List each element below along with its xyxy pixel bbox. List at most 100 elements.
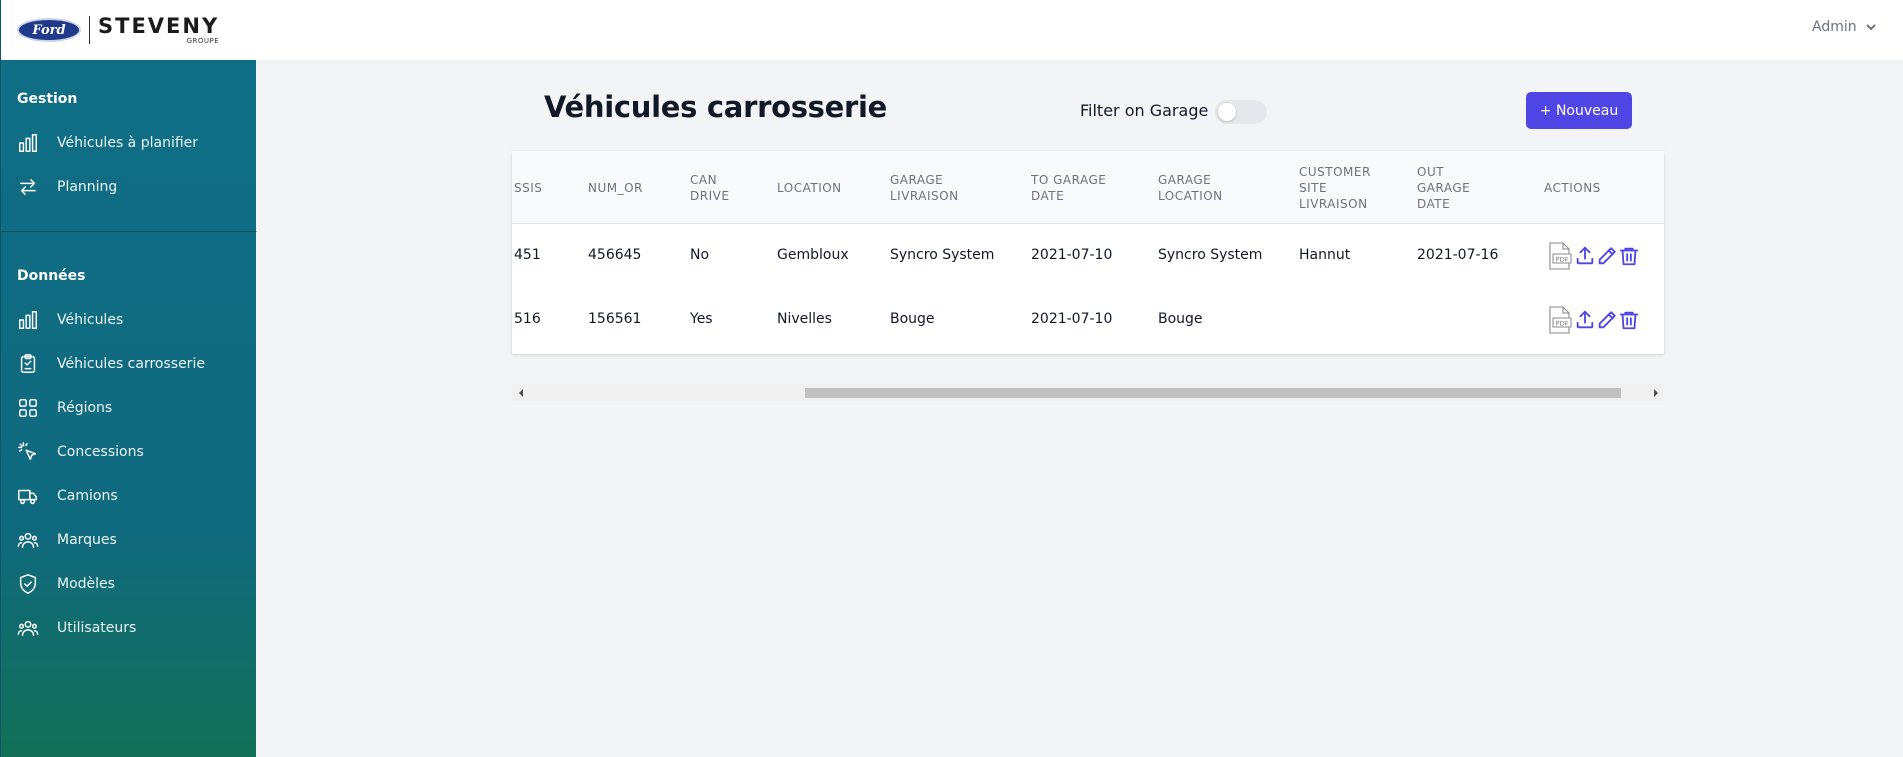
toggle-knob — [1218, 103, 1236, 121]
sidebar-divider — [1, 231, 257, 232]
steveny-logo: STEVENY GROUPE — [98, 15, 219, 45]
cell-to-garage-date: 2021-07-10 — [1031, 247, 1113, 263]
sidebar-item-label: Utilisateurs — [57, 620, 137, 636]
cursor-click-icon — [17, 441, 39, 463]
cell-chassis: 516 — [514, 311, 541, 327]
col-header-garage-livraison[interactable]: GARAGE LIVRAISON — [890, 172, 970, 204]
bar-chart-icon — [17, 309, 39, 331]
top-bar: Admin — [256, 0, 1903, 60]
sidebar-item-marques[interactable]: Marques — [1, 522, 257, 558]
col-header-customer-site-livraison[interactable]: CUSTOMER SITE LIVRAISON — [1299, 164, 1379, 212]
scroll-left-arrow[interactable] — [512, 384, 529, 401]
sidebar-item-label: Véhicules à planifier — [57, 135, 199, 151]
col-header-out-garage-date[interactable]: OUT GARAGE DATE — [1417, 164, 1479, 212]
col-header-num-or[interactable]: NUM_OR — [588, 180, 643, 196]
nav-heading-donnees: Données — [17, 268, 86, 284]
cell-num-or: 456645 — [588, 247, 642, 263]
sidebar-item-label: Marques — [57, 532, 117, 548]
scrollbar-thumb[interactable] — [805, 388, 1621, 398]
cell-can-drive: Yes — [690, 311, 713, 327]
bar-chart-icon — [17, 132, 39, 154]
switch-arrows-icon — [17, 176, 39, 198]
cell-location: Gembloux — [777, 247, 849, 263]
col-header-to-garage-date[interactable]: TO GARAGE DATE — [1031, 172, 1121, 204]
sidebar-item-regions[interactable]: Régions — [1, 390, 257, 426]
cell-location: Nivelles — [777, 311, 832, 327]
col-header-can-drive[interactable]: CAN DRIVE — [690, 172, 740, 204]
cell-garage-location: Syncro System — [1158, 247, 1263, 263]
sidebar-item-label: Camions — [57, 488, 118, 504]
scroll-right-arrow[interactable] — [1647, 384, 1664, 401]
pdf-button[interactable]: PDF — [1544, 241, 1574, 271]
shield-check-icon — [17, 573, 39, 595]
svg-text:PDF: PDF — [1556, 320, 1569, 328]
sidebar-item-label: Modèles — [57, 576, 115, 592]
logo-divider — [89, 16, 90, 44]
delete-button[interactable] — [1618, 309, 1640, 331]
cell-garage-livraison: Syncro System — [890, 247, 995, 263]
sidebar-item-vehicules[interactable]: Véhicules — [1, 302, 257, 338]
upload-icon — [1576, 246, 1594, 265]
sidebar-item-planning[interactable]: Planning — [1, 169, 257, 205]
brand-sub: GROUPE — [186, 37, 220, 45]
pdf-file-icon: PDF — [1549, 306, 1572, 334]
pencil-icon — [1598, 311, 1616, 329]
table-header: SSIS NUM_OR CAN DRIVE LOCATION GARAGE LI… — [512, 151, 1664, 224]
sidebar-item-modeles[interactable]: Modèles — [1, 566, 257, 602]
user-menu[interactable]: Admin — [1812, 19, 1877, 35]
sidebar-item-vehicules-a-planifier[interactable]: Véhicules à planifier — [1, 125, 257, 161]
sidebar-item-vehicules-carrosserie[interactable]: Véhicules carrosserie — [1, 346, 257, 382]
row-actions: PDF — [1544, 241, 1640, 271]
col-header-chassis[interactable]: SSIS — [514, 180, 542, 196]
user-group-icon — [17, 529, 39, 551]
user-name: Admin — [1812, 19, 1857, 35]
cell-chassis: 451 — [514, 247, 541, 263]
page-title: Véhicules carrosserie — [544, 90, 888, 124]
cell-can-drive: No — [690, 247, 710, 263]
svg-text:PDF: PDF — [1556, 256, 1569, 264]
brand-name: STEVENY — [98, 14, 220, 38]
table-row: 451 456645 No Gembloux Syncro System 202… — [512, 224, 1664, 288]
upload-button[interactable] — [1574, 245, 1596, 267]
cell-garage-location: Bouge — [1158, 311, 1203, 327]
delete-button[interactable] — [1618, 245, 1640, 267]
cell-num-or: 156561 — [588, 311, 642, 327]
nav-heading-gestion: Gestion — [17, 91, 78, 107]
user-group-icon — [17, 617, 39, 639]
sidebar-item-label: Véhicules — [57, 312, 124, 328]
sidebar-item-label: Véhicules carrosserie — [57, 356, 205, 372]
filter-garage-toggle[interactable] — [1215, 100, 1267, 124]
edit-button[interactable] — [1596, 309, 1618, 331]
new-button[interactable]: + Nouveau — [1526, 92, 1632, 129]
sidebar-item-label: Planning — [57, 179, 118, 195]
arrow-left-icon — [518, 388, 523, 397]
chevron-down-icon — [1865, 24, 1876, 31]
pdf-button[interactable]: PDF — [1544, 305, 1574, 335]
col-header-actions: ACTIONS — [1544, 181, 1601, 195]
horizontal-scrollbar[interactable] — [512, 384, 1664, 401]
col-header-garage-location[interactable]: GARAGE LOCATION — [1158, 172, 1238, 204]
truck-icon — [17, 485, 39, 507]
sidebar-item-concessions[interactable]: Concessions — [1, 434, 257, 470]
sidebar: Ford STEVENY GROUPE Gestion Véhicules à … — [0, 0, 257, 757]
row-actions: PDF — [1544, 305, 1640, 335]
sidebar-item-camions[interactable]: Camions — [1, 478, 257, 514]
cell-customer-site-livraison: Hannut — [1299, 247, 1351, 263]
table-row: 516 156561 Yes Nivelles Bouge 2021-07-10… — [512, 288, 1664, 352]
arrow-right-icon — [1653, 388, 1658, 397]
cell-to-garage-date: 2021-07-10 — [1031, 311, 1113, 327]
grid-icon — [17, 397, 39, 419]
clipboard-check-icon — [17, 353, 39, 375]
cell-out-garage-date: 2021-07-16 — [1417, 247, 1499, 263]
edit-button[interactable] — [1596, 245, 1618, 267]
pencil-icon — [1598, 247, 1616, 265]
ford-logo: Ford — [17, 18, 81, 42]
brand-logo[interactable]: Ford STEVENY GROUPE — [1, 0, 257, 60]
pdf-file-icon: PDF — [1549, 242, 1572, 270]
upload-button[interactable] — [1574, 309, 1596, 331]
col-header-location[interactable]: LOCATION — [777, 180, 842, 196]
sidebar-item-utilisateurs[interactable]: Utilisateurs — [1, 610, 257, 646]
sidebar-item-label: Concessions — [57, 444, 144, 460]
cell-garage-livraison: Bouge — [890, 311, 935, 327]
trash-icon — [1619, 247, 1639, 266]
